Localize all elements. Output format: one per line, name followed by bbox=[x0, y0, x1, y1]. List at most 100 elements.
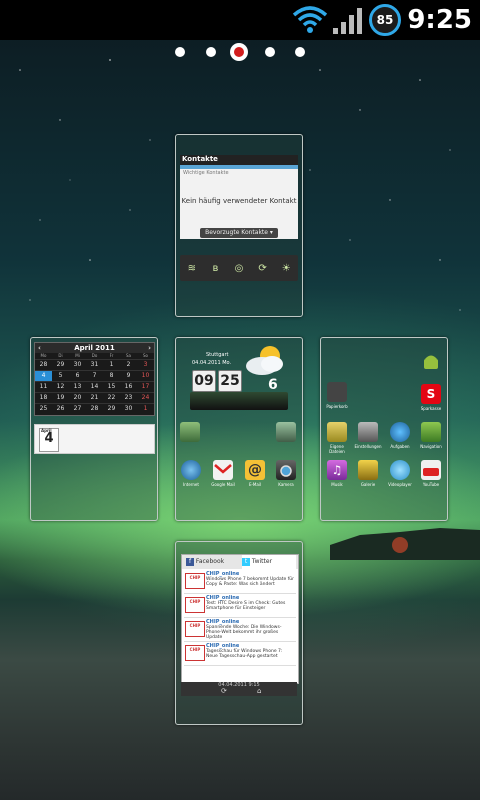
settings-icon[interactable] bbox=[358, 422, 378, 442]
navigation-icon[interactable] bbox=[421, 422, 441, 442]
battery-icon: 85 bbox=[369, 4, 401, 36]
social-hub-widget[interactable]: f Facebook t Twitter CHIP CHIP_online Wi… bbox=[181, 554, 299, 684]
calendar-day[interactable]: 1 bbox=[103, 359, 120, 370]
gps-toggle-icon[interactable]: ◎ bbox=[234, 263, 244, 274]
calendar-day[interactable]: 3 bbox=[137, 359, 154, 370]
email-icon[interactable]: @ bbox=[245, 460, 265, 480]
tasks-label: Aufgaben bbox=[390, 444, 410, 449]
trash-icon[interactable] bbox=[327, 382, 347, 402]
calendar-day[interactable]: 29 bbox=[103, 403, 120, 414]
calendar-day[interactable]: 22 bbox=[103, 392, 120, 403]
youtube-icon[interactable] bbox=[421, 460, 441, 480]
calendar-day[interactable]: 4 bbox=[35, 370, 52, 381]
calendar-day[interactable]: 12 bbox=[52, 381, 69, 392]
calendar-prev-icon[interactable]: ‹ bbox=[38, 343, 41, 353]
refresh-icon[interactable]: ⟳ bbox=[221, 687, 227, 695]
calendar-day[interactable]: 20 bbox=[69, 392, 86, 403]
calendar-day[interactable]: 24 bbox=[137, 392, 154, 403]
calendar-day[interactable]: 27 bbox=[69, 403, 86, 414]
chip-logo-icon: CHIP bbox=[185, 573, 205, 589]
wifi-toggle-icon[interactable]: ≋ bbox=[187, 263, 197, 274]
browser-icon[interactable] bbox=[181, 460, 201, 480]
page-dot-1[interactable] bbox=[175, 47, 185, 57]
calendar-day[interactable]: 30 bbox=[69, 359, 86, 370]
calendar-day[interactable]: 14 bbox=[86, 381, 103, 392]
social-tabs: f Facebook t Twitter bbox=[182, 555, 298, 569]
calendar-day[interactable]: 9 bbox=[120, 370, 137, 381]
page-indicator bbox=[0, 43, 480, 64]
calendar-day[interactable]: 19 bbox=[52, 392, 69, 403]
calendar-event-month: April bbox=[41, 428, 52, 433]
page-dot-2[interactable] bbox=[206, 47, 216, 57]
kontakte-button-label: Bevorzugte Kontakte bbox=[205, 229, 268, 236]
homescreen-panel-kontakte[interactable]: Kontakte Wichtige Kontakte Kein häufig v… bbox=[175, 134, 303, 317]
calendar-day[interactable]: 18 bbox=[35, 392, 52, 403]
kontakte-favorites-button[interactable]: Bevorzugte Kontakte ▾ bbox=[200, 228, 278, 238]
home-icon[interactable]: ⌂ bbox=[257, 687, 261, 695]
calendar-day[interactable]: 23 bbox=[120, 392, 137, 403]
list-item[interactable]: CHIP CHIP_online Test: HTC Desire S im C… bbox=[184, 595, 296, 618]
calendar-day[interactable]: 10 bbox=[137, 370, 154, 381]
page-dot-5[interactable] bbox=[295, 47, 305, 57]
calendar-next-icon[interactable]: › bbox=[148, 343, 151, 353]
contact-shortcut-icon[interactable] bbox=[180, 422, 200, 442]
page-dot-4[interactable] bbox=[265, 47, 275, 57]
videoplayer-icon[interactable] bbox=[390, 460, 410, 480]
homescreen-panel-apps[interactable]: Papierkorb S Sparkasse Eigene Dateien Ei… bbox=[320, 337, 448, 521]
calendar-day[interactable]: 25 bbox=[35, 403, 52, 414]
list-item[interactable]: CHIP CHIP_online Windows Phone 7 bekommt… bbox=[184, 571, 296, 594]
battery-level: 85 bbox=[376, 13, 394, 27]
status-bar: 85 9:25 bbox=[0, 0, 480, 40]
calendar-day[interactable]: 5 bbox=[52, 370, 69, 381]
files-icon[interactable] bbox=[327, 422, 347, 442]
calendar-day[interactable]: 13 bbox=[69, 381, 86, 392]
tab-facebook-label: Facebook bbox=[195, 558, 225, 565]
sparkasse-icon[interactable]: S bbox=[421, 384, 441, 404]
calendar-day[interactable]: 17 bbox=[137, 381, 154, 392]
gallery-icon[interactable] bbox=[358, 460, 378, 480]
sync-toggle-icon[interactable]: ⟳ bbox=[258, 263, 268, 274]
chip-logo-icon: CHIP bbox=[185, 621, 205, 637]
calendar-day[interactable]: 6 bbox=[69, 370, 86, 381]
brightness-toggle-icon[interactable]: ☀ bbox=[281, 263, 291, 274]
contact-shortcut-icon-2[interactable] bbox=[276, 422, 296, 442]
email-label: E-Mail bbox=[248, 482, 262, 487]
youtube-label: YouTube bbox=[422, 482, 440, 487]
homescreen-panel-weather[interactable]: Stuttgart 04.04.2011 Mo. 09 25 6 Interne… bbox=[175, 337, 303, 521]
twitter-icon: t bbox=[242, 557, 250, 566]
bluetooth-toggle-icon[interactable]: ʙ bbox=[210, 263, 220, 274]
tab-facebook[interactable]: f Facebook bbox=[186, 555, 238, 569]
calendar-day[interactable]: 30 bbox=[120, 403, 137, 414]
calendar-today-card[interactable]: April 4 bbox=[34, 424, 155, 454]
homescreen-panel-calendar[interactable]: ‹ April 2011 › Mo Di Mi Do Fr Sa So 28 29 30 31 1 2… bbox=[30, 337, 158, 521]
android-market-icon[interactable] bbox=[421, 352, 441, 372]
calendar-day[interactable]: 2 bbox=[120, 359, 137, 370]
calendar-day[interactable]: 11 bbox=[35, 381, 52, 392]
tab-twitter[interactable]: t Twitter bbox=[242, 555, 296, 569]
tab-twitter-label: Twitter bbox=[251, 558, 273, 565]
calendar-day[interactable]: 28 bbox=[35, 359, 52, 370]
calendar-day[interactable]: 1 bbox=[137, 403, 154, 414]
calendar-day[interactable]: 16 bbox=[120, 381, 137, 392]
calendar-day[interactable]: 21 bbox=[86, 392, 103, 403]
calendar-widget[interactable]: ‹ April 2011 › Mo Di Mi Do Fr Sa So 28 29 30 31 1 2… bbox=[34, 342, 155, 416]
calendar-day[interactable]: 31 bbox=[86, 359, 103, 370]
calendar-day[interactable]: 15 bbox=[103, 381, 120, 392]
music-icon[interactable]: ♫ bbox=[327, 460, 347, 480]
calendar-day[interactable]: 28 bbox=[86, 403, 103, 414]
kontakte-message: Kein häufig verwendeter Kontakt bbox=[181, 197, 297, 205]
calendar-day[interactable]: 29 bbox=[52, 359, 69, 370]
list-item[interactable]: CHIP CHIP_online Spannende Woche: Die Wi… bbox=[184, 619, 296, 642]
tweet-text: Test: HTC Desire S im Check: Gutes Smart… bbox=[206, 601, 286, 611]
homescreen-panel-social[interactable]: f Facebook t Twitter CHIP CHIP_online Wi… bbox=[175, 541, 303, 725]
camera-icon[interactable] bbox=[276, 460, 296, 480]
tasks-icon[interactable] bbox=[390, 422, 410, 442]
calendar-day[interactable]: 26 bbox=[52, 403, 69, 414]
list-item[interactable]: CHIP CHIP_online Tagesschau für Windows … bbox=[184, 643, 296, 666]
calendar-day[interactable]: 8 bbox=[103, 370, 120, 381]
tweet-text: Spannende Woche: Die Windows-Phone-Welt … bbox=[206, 625, 282, 640]
page-dot-3[interactable] bbox=[230, 43, 248, 61]
browser-label: Internet bbox=[183, 482, 199, 487]
calendar-day[interactable]: 7 bbox=[86, 370, 103, 381]
gmail-icon[interactable] bbox=[213, 460, 233, 480]
